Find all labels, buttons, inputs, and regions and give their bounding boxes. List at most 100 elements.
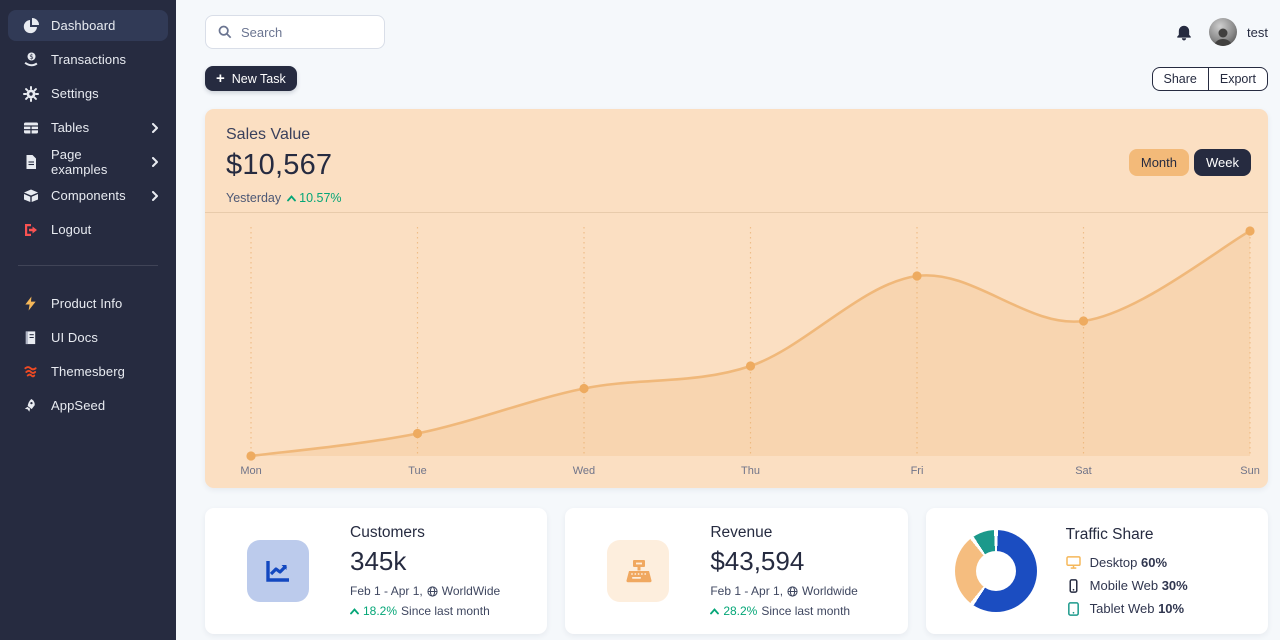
stat-delta: 28.2% Since last month	[710, 604, 897, 618]
tablet-icon	[1066, 602, 1081, 616]
search-icon	[218, 25, 232, 39]
document-icon	[22, 153, 39, 170]
x-axis-label: Sun	[1240, 465, 1260, 477]
logout-icon	[22, 221, 39, 238]
traffic-body: Traffic Share Desktop 60% Mobile Web 30%…	[1066, 526, 1268, 616]
new-task-button[interactable]: + New Task	[205, 66, 297, 91]
sidebar-divider	[18, 265, 158, 266]
sidebar-item-themesberg[interactable]: Themesberg	[8, 356, 168, 387]
traffic-share-card: Traffic Share Desktop 60% Mobile Web 30%…	[926, 508, 1268, 634]
sidebar-item-label: Themesberg	[51, 364, 160, 379]
avatar[interactable]	[1209, 18, 1237, 46]
mobile-icon	[1066, 579, 1081, 593]
sidebar-item-label: Page examples	[51, 147, 138, 177]
sidebar-item-transactions[interactable]: $ Transactions	[8, 44, 168, 75]
traffic-legend: Desktop 60% Mobile Web 30% Tablet Web 10…	[1066, 555, 1258, 616]
customers-body: Customers 345k Feb 1 - Apr 1, WorldWide …	[350, 524, 547, 618]
table-icon	[22, 119, 39, 136]
sidebar-item-label: Tables	[51, 120, 138, 135]
sidebar-item-logout[interactable]: Logout	[8, 214, 168, 245]
caret-up-icon	[350, 608, 359, 615]
chevron-right-icon	[150, 191, 160, 201]
chart-up-icon	[247, 540, 309, 602]
sidebar-item-label: UI Docs	[51, 330, 160, 345]
topbar: test	[205, 10, 1268, 54]
week-toggle-button[interactable]: Week	[1194, 149, 1251, 176]
gear-icon	[22, 85, 39, 102]
sidebar-item-product-info[interactable]: Product Info	[8, 288, 168, 319]
customers-icon-area	[205, 540, 350, 602]
export-button[interactable]: Export	[1208, 67, 1268, 91]
legend-row-mobile: Mobile Web 30%	[1066, 578, 1258, 593]
stat-meta: Feb 1 - Apr 1, Worldwide	[710, 584, 897, 598]
sales-value-card: Sales Value $10,567 Yesterday 10.57% Mon…	[205, 109, 1268, 488]
revenue-icon-area	[565, 540, 710, 602]
x-axis-label: Fri	[911, 465, 924, 477]
line-chart-svg	[205, 213, 1268, 463]
stat-title: Customers	[350, 524, 537, 542]
sidebar-item-dashboard[interactable]: Dashboard	[8, 10, 168, 41]
sidebar-item-label: Product Info	[51, 296, 160, 311]
stat-meta: Feb 1 - Apr 1, WorldWide	[350, 584, 537, 598]
share-export-group: Share Export	[1152, 67, 1269, 91]
stat-value: $43,594	[710, 546, 897, 577]
sidebar-item-appseed[interactable]: AppSeed	[8, 390, 168, 421]
x-axis-label: Thu	[741, 465, 760, 477]
sidebar: Dashboard $ Transactions Settings Tables…	[0, 0, 176, 640]
notifications-bell-icon[interactable]	[1175, 23, 1193, 41]
pie-chart-icon	[22, 17, 39, 34]
range-toggle: Month Week	[1129, 149, 1251, 176]
search-box	[205, 15, 385, 49]
sidebar-item-page-examples[interactable]: Page examples	[8, 146, 168, 177]
cash-register-icon	[607, 540, 669, 602]
revenue-body: Revenue $43,594 Feb 1 - Apr 1, Worldwide…	[710, 524, 907, 618]
globe-icon	[427, 586, 438, 597]
sidebar-item-label: Transactions	[51, 52, 160, 67]
book-icon	[22, 329, 39, 346]
sales-card-value: $10,567	[226, 149, 1244, 182]
main-content: test + New Task Share Export Sales Value…	[176, 0, 1280, 634]
sidebar-item-components[interactable]: Components	[8, 180, 168, 211]
plus-icon: +	[216, 71, 225, 86]
sales-card-subtitle: Yesterday 10.57%	[226, 191, 1244, 205]
globe-icon	[787, 586, 798, 597]
caret-up-icon	[287, 195, 296, 202]
traffic-donut-area	[926, 530, 1066, 612]
username[interactable]: test	[1247, 25, 1268, 40]
sales-line-chart[interactable]: MonTueWedThuFriSatSun	[205, 213, 1268, 487]
period-label: Yesterday	[226, 191, 281, 205]
month-toggle-button[interactable]: Month	[1129, 149, 1189, 176]
chevron-right-icon	[150, 123, 160, 133]
sidebar-item-tables[interactable]: Tables	[8, 112, 168, 143]
sidebar-item-label: Logout	[51, 222, 160, 237]
sidebar-item-ui-docs[interactable]: UI Docs	[8, 322, 168, 353]
stat-delta: 18.2% Since last month	[350, 604, 537, 618]
caret-up-icon	[710, 608, 719, 615]
svg-text:$: $	[29, 52, 33, 60]
x-axis-label: Sat	[1075, 465, 1092, 477]
revenue-card: Revenue $43,594 Feb 1 - Apr 1, Worldwide…	[565, 508, 907, 634]
sidebar-item-label: AppSeed	[51, 398, 160, 413]
sidebar-item-label: Settings	[51, 86, 160, 101]
bolt-icon	[22, 295, 39, 312]
x-axis-labels: MonTueWedThuFriSatSun	[205, 463, 1268, 487]
themesberg-icon	[22, 363, 39, 380]
topbar-right: test	[1175, 18, 1268, 46]
toolbar: + New Task Share Export	[205, 66, 1268, 91]
sales-card-title: Sales Value	[226, 126, 1244, 144]
x-axis-label: Tue	[408, 465, 427, 477]
rocket-icon	[22, 397, 39, 414]
sales-delta: 10.57%	[287, 191, 341, 205]
stat-title: Revenue	[710, 524, 897, 542]
legend-row-desktop: Desktop 60%	[1066, 555, 1258, 570]
sidebar-item-label: Components	[51, 188, 138, 203]
donut-chart[interactable]	[955, 530, 1037, 612]
chevron-right-icon	[150, 157, 160, 167]
search-input[interactable]	[241, 25, 361, 40]
stat-value: 345k	[350, 546, 537, 577]
desktop-icon	[1066, 556, 1081, 569]
share-button[interactable]: Share	[1152, 67, 1208, 91]
stat-cards-row: Customers 345k Feb 1 - Apr 1, WorldWide …	[205, 508, 1268, 634]
sidebar-item-settings[interactable]: Settings	[8, 78, 168, 109]
sales-card-header: Sales Value $10,567 Yesterday 10.57% Mon…	[205, 109, 1268, 213]
